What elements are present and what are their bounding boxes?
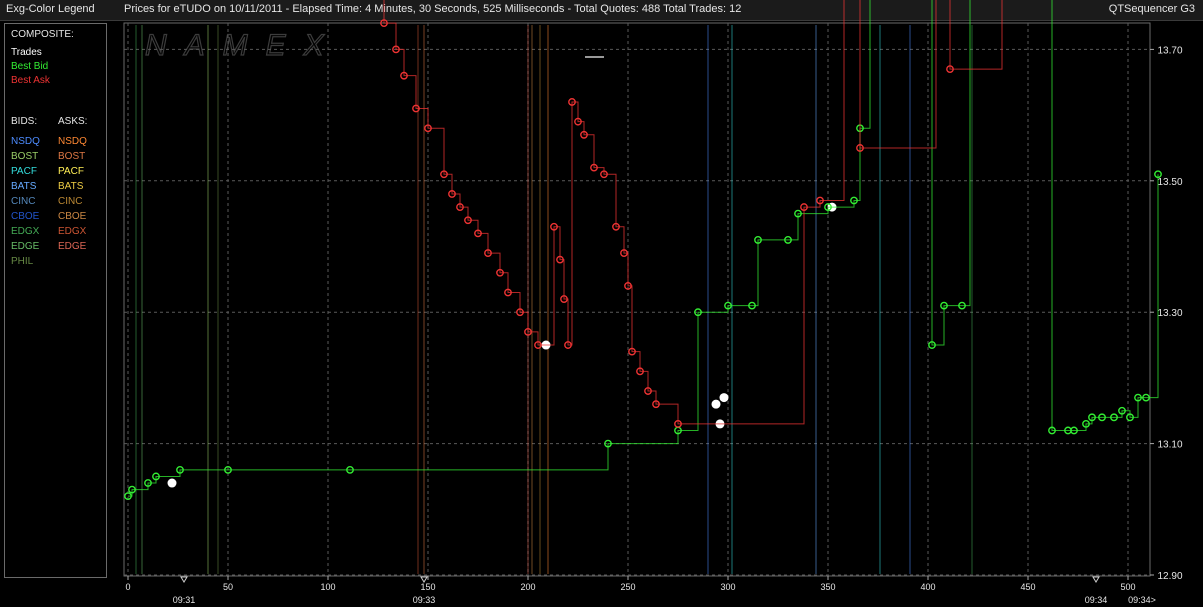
watermark-logo: NAMEX [145,29,342,62]
x-tick-label: 200 [520,582,535,592]
y-tick-label: 13.30 [1157,308,1182,319]
x-tick-label: 450 [1020,582,1035,592]
x-tick-label: 250 [620,582,635,592]
trades-point [167,478,177,488]
trades-point [719,393,729,403]
y-tick-label: 13.10 [1157,440,1182,451]
time-label: 09:33 [413,595,436,605]
x-tick-label: 50 [223,582,233,592]
y-tick-label: 12.90 [1157,571,1182,582]
time-marker [1092,576,1100,583]
x-tick-label: 300 [720,582,735,592]
plot-area [123,22,1151,577]
trades-point [711,399,721,409]
x-tick-label: 350 [820,582,835,592]
price-chart: NAMEX14.5014.3014.1013.9013.7013.5013.30… [123,0,1183,605]
x-tick-label: 500 [1120,582,1135,592]
y-tick-label: 13.70 [1157,45,1182,56]
y-tick-label: 13.50 [1157,177,1182,188]
x-tick-label: 0 [125,582,130,592]
x-tick-label: 100 [320,582,335,592]
x-tick-label: 400 [920,582,935,592]
time-label: 09:31 [173,595,196,605]
time-marker [180,576,188,583]
time-label: 09:34 [1085,595,1108,605]
time-label: 09:34> [1128,595,1156,605]
x-tick-label: 150 [420,582,435,592]
